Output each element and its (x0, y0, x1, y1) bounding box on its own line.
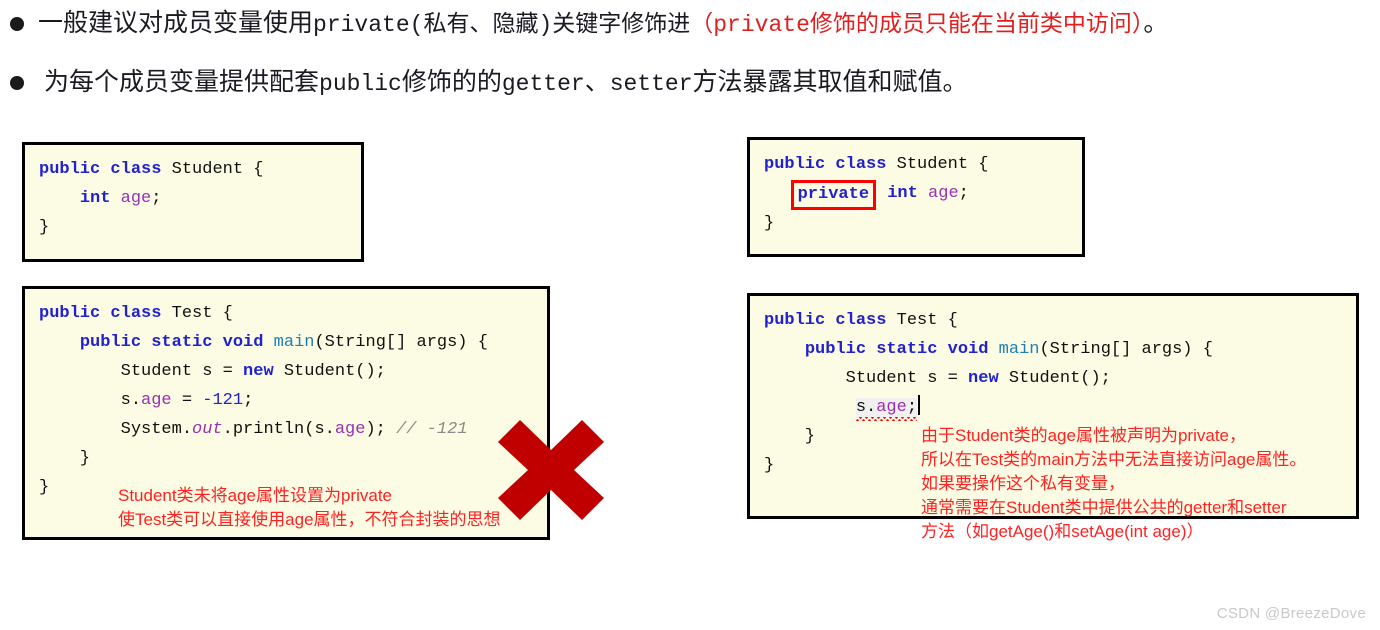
bullet-dot-icon (10, 76, 24, 90)
keyword-public: public (764, 311, 826, 330)
bullet-item-2-text: 为每个成员变量提供配套public修饰的的getter、setter方法暴露其取… (44, 65, 968, 102)
code-comment: // -121 (396, 420, 468, 439)
code-line: System.out.println(s.age); // -121 (39, 420, 468, 439)
class-name-student: Student { (171, 160, 264, 179)
keyword-new: new (243, 362, 274, 381)
text-cursor (918, 395, 921, 415)
code-line: s.age = -121; (39, 391, 254, 410)
keyword-public: public (39, 304, 101, 323)
method-main: main (998, 340, 1040, 359)
red-cross-icon (498, 420, 604, 520)
bullet-item-1: 一般建议对成员变量使用private(私有、隐藏)关键字修饰进（private修… (10, 6, 1370, 43)
keyword-int: int (79, 189, 111, 208)
field-age: age (334, 420, 366, 439)
keyword-class: class (835, 155, 887, 174)
code-line: public class Test { (39, 299, 533, 328)
field-age: age (120, 189, 152, 208)
keyword-public: public (39, 160, 101, 179)
watermark-text: CSDN @BreezeDove (1216, 605, 1366, 622)
class-name-test: Test { (171, 304, 233, 323)
bullet-2-tail: 方法暴露其取值和赋值。 (692, 69, 968, 96)
bullet-2-mid: 修饰的的 (401, 69, 502, 96)
code-line: } (39, 449, 91, 468)
keyword-public: public (804, 340, 867, 359)
bullet-dot-icon (10, 17, 24, 31)
code-line: public static void main(String[] args) { (804, 340, 1213, 359)
bullet-2-separator: 、 (584, 69, 610, 96)
numeric-literal: -121 (202, 391, 244, 410)
bullet-item-1-text: 一般建议对成员变量使用private(私有、隐藏)关键字修饰进（private修… (38, 6, 1168, 43)
bullet-2-keyword-getter: getter (501, 71, 585, 97)
bullet-1-lead: 一般建议对成员变量使用 (38, 10, 314, 37)
code-line: int age; (79, 189, 162, 208)
code-line: s.age; (764, 393, 1342, 422)
error-expression-s-age: s.age; (855, 398, 918, 418)
keyword-new: new (968, 369, 999, 388)
field-age: age (876, 398, 907, 417)
code-line: private int age; (764, 179, 1068, 210)
keyword-void: void (947, 340, 989, 359)
keyword-void: void (222, 333, 264, 352)
code-line: Student s = new Student(); (39, 362, 386, 381)
keyword-class: class (110, 160, 162, 179)
annotation-left-red: Student类未将age属性设置为private 使Test类可以直接使用ag… (118, 486, 501, 529)
bullet-2-keyword-setter: setter (609, 71, 693, 97)
bullet-1-keyword: private (313, 12, 410, 38)
field-age: age (141, 391, 172, 410)
bullet-item-2: 为每个成员变量提供配套public修饰的的getter、setter方法暴露其取… (10, 65, 1370, 102)
bullet-1-red-note: （private修饰的成员只能在当前类中访问） (690, 12, 1144, 38)
class-name-test: Test { (896, 311, 958, 330)
keyword-int: int (887, 184, 918, 203)
code-line: public class Student { (764, 150, 1068, 179)
keyword-static: static (151, 333, 213, 352)
method-main: main (273, 333, 315, 352)
keyword-static: static (876, 340, 938, 359)
highlighted-keyword-private: private (790, 180, 877, 210)
bullet-1-mid: (私有、隐藏)关键字修饰进 (409, 12, 691, 38)
code-line: public class Test { (764, 306, 1342, 335)
class-name-student: Student { (896, 155, 989, 174)
code-box-student-plain: public class Student { int age; } (22, 142, 364, 262)
code-line: public class Student { (39, 155, 347, 184)
keyword-public: public (764, 155, 826, 174)
annotation-right-red: 由于Student类的age属性被声明为private， 所以在Test类的ma… (921, 426, 1307, 541)
keyword-public: public (79, 333, 142, 352)
field-out: out (192, 420, 223, 439)
bullet-2-keyword-public: public (319, 71, 402, 97)
keyword-class: class (835, 311, 887, 330)
code-line: public static void main(String[] args) { (79, 333, 488, 352)
code-line: } (764, 214, 775, 233)
field-age: age (928, 184, 959, 203)
code-box-student-private: public class Student { private int age; … (747, 137, 1085, 257)
code-line: } (39, 218, 50, 237)
keyword-class: class (110, 304, 162, 323)
code-line: Student s = new Student(); (764, 369, 1111, 388)
bullet-1-tail: 。 (1143, 10, 1169, 37)
bullet-2-lead: 为每个成员变量提供配套 (44, 69, 320, 96)
bullet-list: 一般建议对成员变量使用private(私有、隐藏)关键字修饰进（private修… (10, 6, 1370, 124)
